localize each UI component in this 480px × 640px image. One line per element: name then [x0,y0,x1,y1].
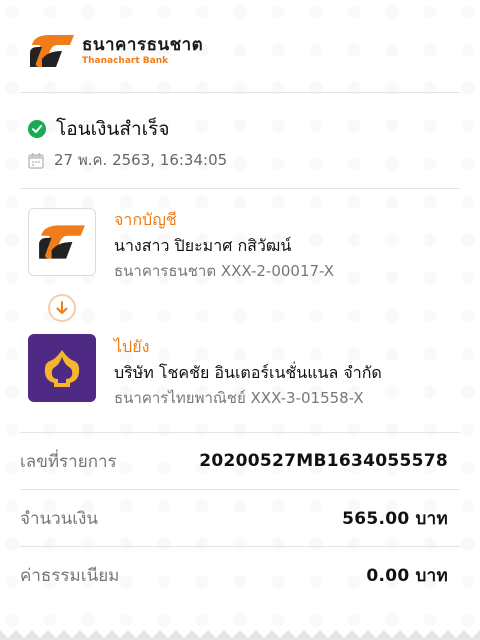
transfer-datetime: 27 พ.ค. 2563, 16:34:05 [54,151,228,169]
amount-value: 565.00 [342,508,410,529]
bank-name-en: Thanachart Bank [82,56,169,66]
check-circle-icon [28,120,46,138]
from-account-name: นางสาว ปิยะมาศ กสิวัฒน์ [114,236,292,255]
fee-row: ค่าธรรมเนียม 0.00 บาท [0,547,480,603]
to-account: ไปยัง บริษัท โชคชัย อินเตอร์เนชั่นแนล จำ… [114,336,382,410]
amount-label: จำนวนเงิน [20,508,99,529]
scb-logo-icon [44,350,80,387]
divider [20,92,460,93]
fee-value-group: 0.00 บาท [366,562,448,589]
thanachart-logo-icon [39,225,85,259]
to-account-name: บริษัท โชคชัย อินเตอร์เนชั่นแนล จำกัด [114,363,382,382]
reference-row: เลขที่รายการ 20200527MB1634055578 [0,433,480,489]
status-text: โอนเงินสำเร็จ [56,118,170,140]
from-account-number: ธนาคารธนชาต XXX-2-00017-X [114,262,334,280]
status-row: โอนเงินสำเร็จ [28,114,169,144]
bank-name-th: ธนาคารธนชาต [82,35,204,55]
receipt-page: ธนาคารธนชาต Thanachart Bank โอนเงินสำเร็… [0,0,480,640]
receipt-zigzag-edge [0,630,480,640]
to-account-label: ไปยัง [114,337,150,356]
calendar-icon [28,152,44,169]
reference-value: 20200527MB1634055578 [199,451,448,471]
date-row: 27 พ.ค. 2563, 16:34:05 [28,148,227,172]
fee-value: 0.00 [366,565,410,586]
divider [20,188,460,189]
amount-value-group: 565.00 บาท [342,505,448,532]
fee-currency: บาท [415,565,448,586]
bank-logo: ธนาคารธนชาต Thanachart Bank [28,28,203,74]
from-bank-logo [28,208,96,276]
thanachart-logo-icon [30,35,74,67]
fee-label: ค่าธรรมเนียม [20,565,120,586]
from-account: จากบัญชี นางสาว ปิยะมาศ กสิวัฒน์ ธนาคารธ… [114,209,334,283]
to-bank-logo [28,334,96,402]
amount-row: จำนวนเงิน 565.00 บาท [0,490,480,546]
to-account-number: ธนาคารไทยพาณิชย์ XXX-3-01558-X [114,389,364,407]
reference-label: เลขที่รายการ [20,451,117,472]
amount-currency: บาท [415,508,448,529]
arrow-down-icon [48,294,76,322]
from-account-label: จากบัญชี [114,210,177,229]
